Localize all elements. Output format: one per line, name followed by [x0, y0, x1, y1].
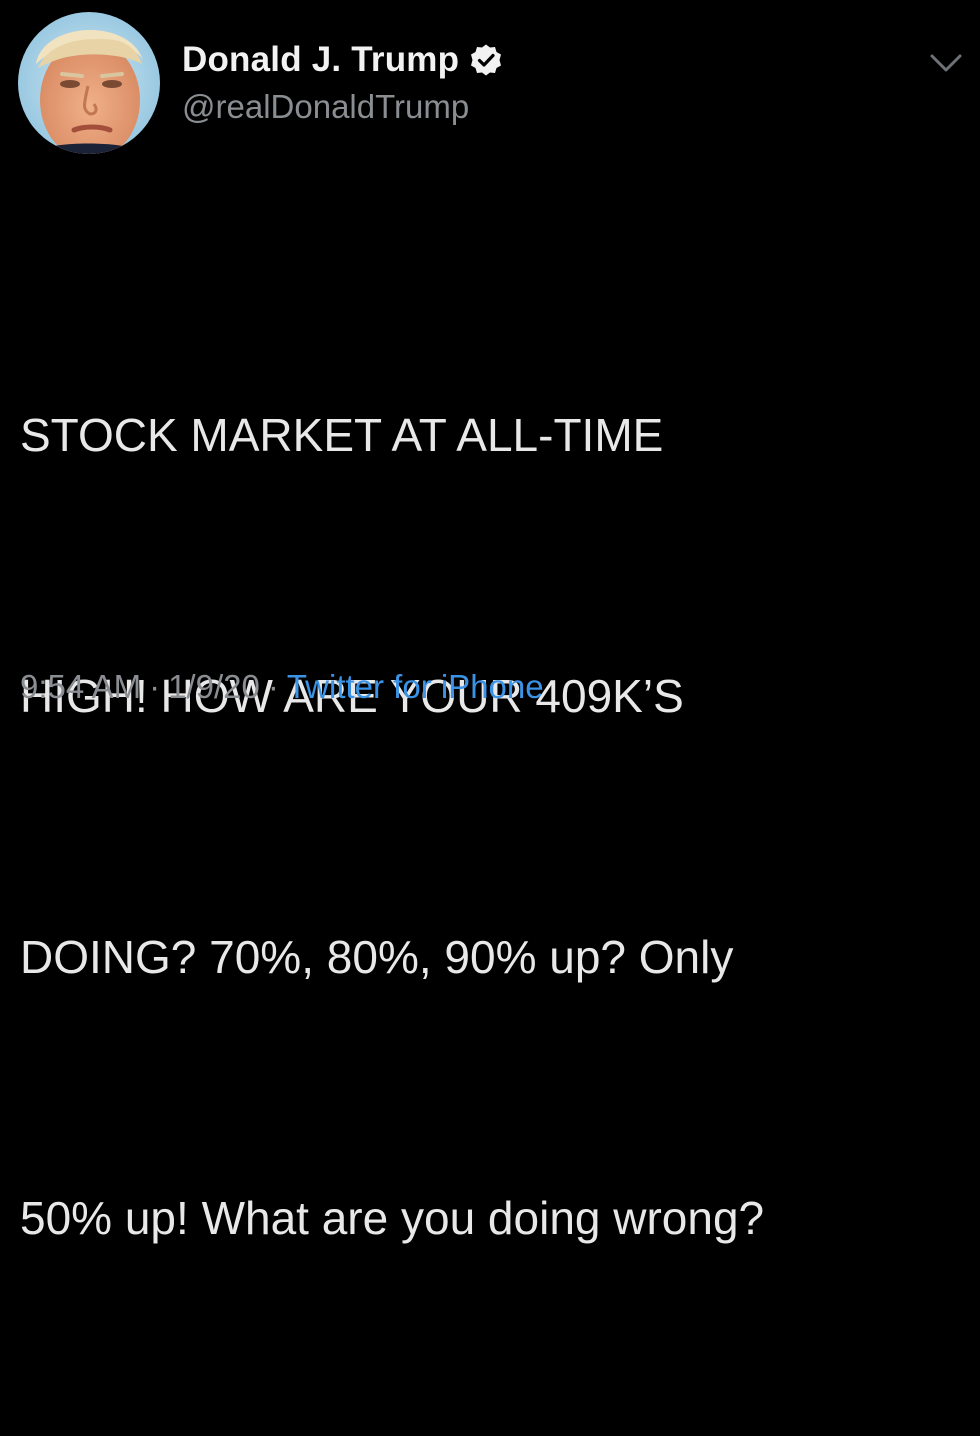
tweet-text: STOCK MARKET AT ALL-TIME HIGH! HOW ARE Y… — [20, 218, 960, 1436]
avatar-image — [18, 12, 160, 154]
tweet-date[interactable]: 1/9/20 — [168, 668, 260, 705]
verified-badge-icon — [469, 43, 503, 77]
tweet-card: Donald J. Trump @realDonaldTrump STOCK M… — [0, 0, 980, 1244]
author-name-row[interactable]: Donald J. Trump — [182, 38, 503, 82]
meta-separator: · — [267, 668, 279, 705]
tweet-meta: 9:54 AM · 1/9/20 · Twitter for iPhone — [20, 668, 544, 706]
author-handle[interactable]: @realDonaldTrump — [182, 88, 469, 126]
meta-separator: · — [149, 668, 161, 705]
chevron-down-icon[interactable] — [926, 48, 966, 78]
tweet-text-line: 50% up! What are you doing wrong? — [20, 1192, 765, 1244]
author-display-name[interactable]: Donald J. Trump — [182, 40, 459, 80]
tweet-text-line: DOING? 70%, 80%, 90% up? Only — [20, 931, 734, 983]
profile-avatar[interactable] — [18, 12, 160, 154]
tweet-time[interactable]: 9:54 AM — [20, 668, 141, 705]
tweet-source-link[interactable]: Twitter for iPhone — [287, 668, 544, 705]
tweet-text-line: STOCK MARKET AT ALL-TIME — [20, 409, 664, 461]
